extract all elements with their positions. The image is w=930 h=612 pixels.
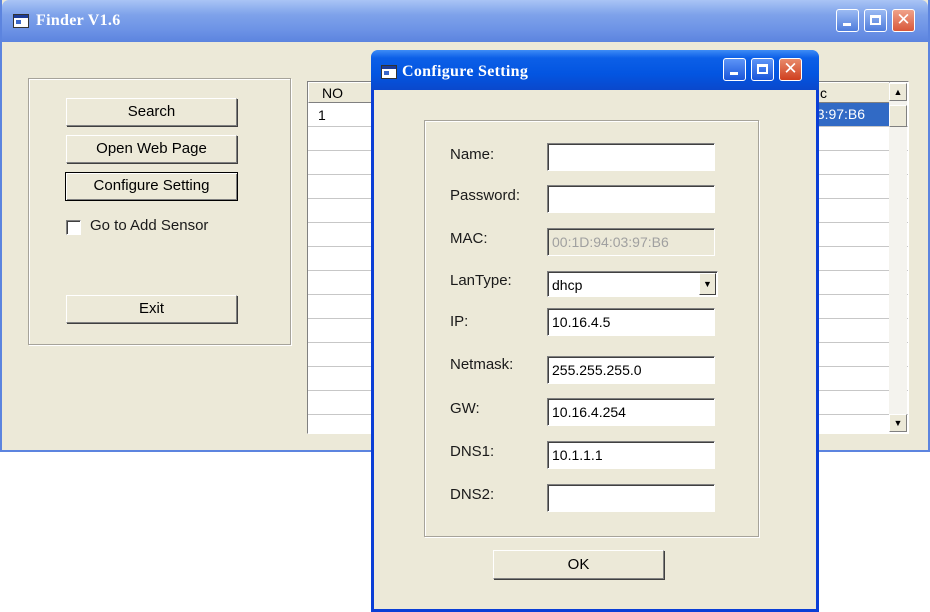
minimize-button[interactable] [836,9,859,32]
mac-label: MAC: [450,230,488,247]
netmask-field[interactable]: 255.255.255.0 [547,356,715,384]
dns1-label: DNS1: [450,443,495,460]
name-field[interactable] [547,143,715,171]
configure-setting-button[interactable]: Configure Setting [65,172,238,201]
app-window-icon [13,14,29,28]
dialog-title: Configure Setting [402,63,529,80]
dialog-close-button[interactable]: ✕ [779,58,802,81]
scroll-thumb[interactable] [889,105,907,127]
close-icon: ✕ [896,10,911,29]
chevron-down-icon[interactable]: ▼ [699,273,716,295]
row-no-cell: 1 [318,107,326,123]
ip-field[interactable]: 10.16.4.5 [547,308,715,336]
ok-button-label: OK [567,556,590,573]
vertical-scrollbar[interactable]: ▲ ▼ [889,83,907,432]
ip-label: IP: [450,313,469,330]
name-label: Name: [450,146,495,163]
maximize-icon [757,64,768,74]
close-icon: ✕ [783,59,798,78]
lantype-value: dhcp [552,277,583,293]
dialog-titlebar[interactable]: Configure Setting ✕ [371,50,819,90]
netmask-label: Netmask: [450,356,514,373]
column-header-no[interactable]: NO [308,82,374,103]
finder-title: Finder V1.6 [36,12,121,29]
add-sensor-checkbox[interactable] [66,220,81,235]
password-label: Password: [450,187,521,204]
column-mac-label: c [820,85,827,101]
search-button[interactable]: Search [66,98,237,126]
dns2-label: DNS2: [450,486,495,503]
app-window-icon [381,65,397,79]
exit-button-label: Exit [138,300,164,317]
minimize-icon [730,72,738,75]
finder-titlebar[interactable]: Finder V1.6 ✕ [2,0,928,42]
lantype-label: LanType: [450,272,512,289]
open-web-page-button[interactable]: Open Web Page [66,135,237,163]
gw-label: GW: [450,400,480,417]
lantype-select[interactable]: dhcp ▼ [547,271,718,297]
ok-button[interactable]: OK [493,550,664,579]
close-button[interactable]: ✕ [892,9,915,32]
password-field[interactable] [547,185,715,213]
exit-button[interactable]: Exit [66,295,237,323]
mac-field: 00:1D:94:03:97:B6 [547,228,715,256]
search-button-label: Search [127,103,176,120]
add-sensor-label: Go to Add Sensor [90,217,209,234]
configure-setting-dialog: Configure Setting ✕ Name: Password: MAC:… [371,50,819,612]
column-no-label: NO [322,85,343,101]
maximize-button[interactable] [864,9,887,32]
dns1-field[interactable]: 10.1.1.1 [547,441,715,469]
dns2-field[interactable] [547,484,715,512]
minimize-icon [843,23,851,26]
scroll-up-icon[interactable]: ▲ [889,83,907,101]
scroll-down-icon[interactable]: ▼ [889,414,907,432]
open-web-page-button-label: Open Web Page [96,140,207,157]
maximize-icon [870,15,881,25]
configure-setting-button-label: Configure Setting [93,177,210,194]
dialog-minimize-button[interactable] [723,58,746,81]
gw-field[interactable]: 10.16.4.254 [547,398,715,426]
dialog-maximize-button[interactable] [751,58,774,81]
